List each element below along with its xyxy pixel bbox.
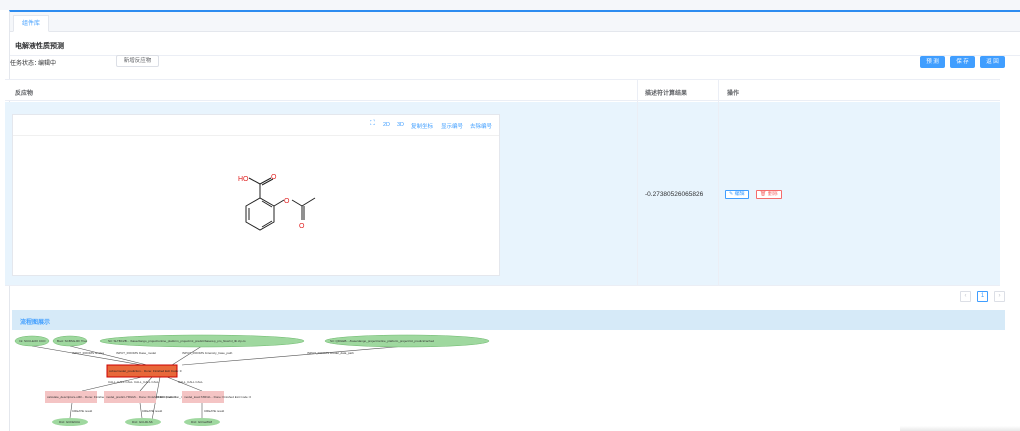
tab-component-library[interactable]: 组件库 [13,15,50,32]
node-label: model_load-TZRGb... Done: Finished Exit … [184,395,251,399]
table-header: 反应物 描述符计算结果 操作 [5,79,1000,101]
top-strip [0,0,1020,10]
flow-main-node[interactable]: cobsu/model_prediction... Done: Finished… [106,364,182,378]
edge-label: CALL_CALL CALL [178,380,203,384]
edge-label: CREATE result [204,409,224,413]
atom-o-carbonyl: O [271,174,277,181]
trash-icon: 🗑 [760,191,768,197]
page-1-button[interactable]: 1 [977,291,988,302]
back-button[interactable]: 返 回 [980,56,1005,68]
editor-toolbar: ⛶ 2D 3D 复制坐标 显示编号 去除编号 [13,115,499,136]
flow-header: 流程图展示 [12,310,1005,330]
atom-o-ester: O [284,198,290,205]
edge-label: CREATE result [142,409,162,413]
flow-node[interactable]: Str: SLTBCZB... /base/dango_project/onli… [99,334,305,348]
next-page-button[interactable]: › [994,291,1005,302]
tool-2d[interactable]: 2D [383,122,390,128]
atom-o-acetyl: O [299,223,305,230]
node-label: Dict: GCGe8G8 [191,420,212,424]
task-status-label: 任务状态： [10,61,41,67]
flow-node[interactable]: Dict: GCLRLS6 [125,418,161,426]
tab-bar: 组件库 [10,12,1020,32]
edge-label: INPUT_ROOMS /smiles [72,351,105,355]
edit-label: 编辑 [734,191,745,197]
tool-copy-coordinates[interactable]: 复制坐标 [411,122,433,130]
page-title: 电解液性质预测 [15,43,64,50]
column-separator [718,79,719,286]
divider [10,55,1020,56]
bottom-shadow [900,426,1020,431]
edge-label: INPUT_ROOMS /model_data_path [307,351,354,355]
flow-node[interactable]: Dict: GCGe8G8 [184,418,220,426]
save-button[interactable]: 保 存 [950,56,975,68]
atom-ho: HO [238,176,249,183]
tool-remove-numbers[interactable]: 去除编号 [470,122,492,130]
predict-button[interactable]: 预 测 [920,56,945,68]
header-reactant: 反应物 [15,91,34,97]
delete-label: 删除 [767,191,778,197]
flow-node[interactable]: Bool: SCBSG-RF True [52,335,87,347]
flow-diagram: INPUT_ROOMS /smiles INPUT_ROOMS /base_mo… [14,334,490,426]
flow-node[interactable]: model_predict-YRGMi... Done: Finished Ex… [104,391,177,403]
edge-label: INPUT_ROOMS /intensity_base_path [182,351,233,355]
node-label: Dict: GCFE9UA [59,420,80,424]
node-label: Dict: GCLRLS6 [132,420,153,424]
edge-label: CALL_CALL CALL [134,380,159,384]
add-reactant-button[interactable]: 新增反应物 [116,55,159,67]
node-label: model_predict-YRGMi... Done: Finished Ex… [106,395,177,399]
edge-label: CREATE result [72,409,92,413]
node-label: Bool: SCBSG-RF True [57,339,87,343]
tool-3d[interactable]: 3D [397,122,404,128]
header-result: 描述符计算结果 [645,91,688,97]
molecule-structure: HO O O O [238,174,316,231]
edge-label: CALL_CALL CALL [108,380,133,384]
node-label: Int: SCCLE3O CCO [19,339,46,343]
tool-show-numbers[interactable]: 显示编号 [441,122,463,130]
flow-node[interactable]: Int: SCCLE3O CCO [14,335,50,347]
node-label: Str: SLTBCZB... /base/dango_project/onli… [108,339,246,343]
delete-button[interactable]: 🗑 删除 [756,190,782,199]
edge-label: INPUT_ROOMS /base_model [116,351,156,355]
flow-title: 流程图展示 [20,320,51,326]
node-label: cobsu/model_prediction... Done: Finished… [109,369,182,373]
molecule-editor[interactable]: ⛶ 2D 3D 复制坐标 显示编号 去除编号 HO O O O [12,114,500,276]
prev-page-button[interactable]: ‹ [960,291,971,302]
task-status-value: 编辑中 [38,61,57,67]
fullscreen-icon[interactable]: ⛶ [370,120,375,128]
flow-node[interactable]: model_load-TZRGb... Done: Finished Exit … [182,391,251,403]
flow-node[interactable]: Str: QDGEB... /base/dango_project/online… [324,334,490,348]
header-actions: 操作 [727,91,740,97]
node-label: Str: QDGEB... /base/dango_project/online… [330,339,434,343]
edit-button[interactable]: ✎ 编辑 [725,190,749,199]
descriptor-result: -0.27380526065826 [645,191,704,198]
column-separator [637,79,638,286]
flow-node[interactable]: Dict: GCFE9UA [52,418,88,426]
